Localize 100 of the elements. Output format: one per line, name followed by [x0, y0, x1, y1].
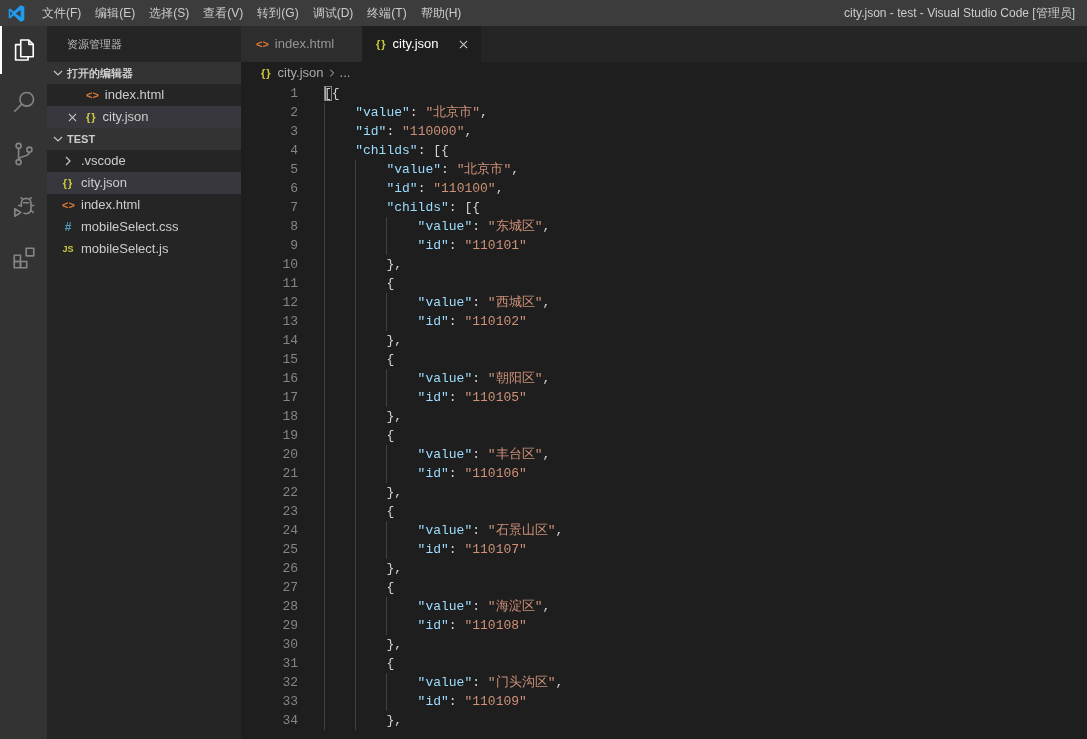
line-number: 23 — [281, 503, 298, 521]
line-number: 28 — [281, 598, 298, 616]
code-line: "value": "丰台区", — [417, 446, 551, 464]
close-icon[interactable] — [68, 112, 77, 122]
editor-tab[interactable]: <> index.html — [241, 26, 362, 62]
braces-icon: {} — [376, 38, 387, 50]
code-line: }, — [386, 560, 402, 578]
line-number: 1 — [289, 85, 298, 103]
chevron-right-icon — [327, 68, 336, 78]
code-line: "value": "北京市", — [386, 161, 520, 179]
line-number: 10 — [281, 256, 298, 274]
line-number: 8 — [289, 218, 298, 236]
line-number: 11 — [281, 275, 298, 293]
window-title: city.json - test - Visual Studio Code [管理员] — [844, 5, 1075, 22]
file-item[interactable]: <> index.html — [47, 194, 241, 216]
code-line: [{ — [324, 85, 340, 103]
code-line: "id": "110101" — [417, 237, 527, 255]
js-icon: JS — [62, 244, 74, 254]
breadcrumb-item[interactable]: ... — [339, 63, 351, 83]
line-number: 12 — [281, 294, 298, 312]
line-number: 6 — [289, 180, 298, 198]
code-line: { — [386, 579, 395, 597]
line-number: 17 — [281, 389, 298, 407]
line-number: 26 — [281, 560, 298, 578]
line-number: 3 — [289, 123, 298, 141]
code-line: }, — [386, 256, 402, 274]
menu-item[interactable]: 选择(S) — [142, 0, 197, 26]
line-number: 32 — [281, 674, 298, 692]
line-number: 13 — [281, 313, 298, 331]
line-number: 21 — [281, 465, 298, 483]
code-line: { — [386, 427, 395, 445]
line-number: 14 — [281, 332, 298, 350]
menu-item[interactable]: 调试(D) — [305, 0, 361, 26]
braces-icon: {} — [261, 67, 272, 79]
open-editor-item[interactable]: {} city.json — [47, 106, 241, 128]
menu-item[interactable]: 查看(V) — [196, 0, 251, 26]
angle-brackets-icon: <> — [86, 89, 99, 101]
line-number: 7 — [289, 199, 298, 217]
line-number: 20 — [281, 446, 298, 464]
code-line: "id": "110106" — [417, 465, 527, 483]
line-number: 24 — [281, 522, 298, 540]
code-line: "id": "110100", — [386, 180, 504, 198]
code-line: "id": "110000", — [355, 123, 473, 141]
code-line: }, — [386, 712, 402, 730]
code-line: "id": "110109" — [417, 693, 527, 711]
code-line: "id": "110107" — [417, 541, 527, 559]
code-line: "id": "110102" — [417, 313, 527, 331]
editor-tab[interactable]: {} city.json — [362, 26, 481, 62]
menu-item[interactable]: 终端(T) — [360, 0, 414, 26]
section-header[interactable]: TEST — [47, 128, 241, 150]
close-icon[interactable] — [459, 39, 468, 49]
menu-item[interactable]: 帮助(H) — [413, 0, 469, 26]
angle-brackets-icon: <> — [256, 38, 269, 50]
line-number: 25 — [281, 541, 298, 559]
braces-icon: {} — [62, 177, 74, 189]
line-number: 22 — [281, 484, 298, 502]
code-line: { — [386, 655, 395, 673]
sidebar-title: 资源管理器 — [67, 36, 122, 52]
file-item[interactable]: .vscode — [47, 150, 241, 172]
code-line: "value": "石景山区", — [417, 522, 564, 540]
line-number: 15 — [281, 351, 298, 369]
code-line: { — [386, 503, 395, 521]
code-line: "value": "海淀区", — [417, 598, 551, 616]
app-logo-icon — [8, 4, 25, 22]
code-line: "childs": [{ — [355, 142, 449, 160]
line-number: 29 — [281, 617, 298, 635]
line-number: 19 — [281, 427, 298, 445]
file-item[interactable]: # mobileSelect.css — [47, 216, 241, 238]
hash-icon: # — [62, 221, 74, 233]
file-item[interactable]: JS mobileSelect.js — [47, 238, 241, 260]
code-line: }, — [386, 636, 402, 654]
code-line: }, — [386, 332, 402, 350]
code-line: "id": "110105" — [417, 389, 527, 407]
code-line: "value": "朝阳区", — [417, 370, 551, 388]
line-number: 5 — [289, 161, 298, 179]
line-number: 31 — [281, 655, 298, 673]
line-number: 9 — [289, 237, 298, 255]
code-line: { — [386, 275, 395, 293]
code-line: "id": "110108" — [417, 617, 527, 635]
angle-brackets-icon: <> — [62, 199, 74, 211]
breadcrumb-item[interactable]: {} city.json — [261, 63, 324, 83]
extensions-icon — [10, 245, 37, 271]
open-editor-item[interactable]: <> index.html — [47, 84, 241, 106]
line-number: 30 — [281, 636, 298, 654]
section-header[interactable]: 打开的编辑器 — [47, 62, 241, 84]
line-number: 4 — [289, 142, 298, 160]
code-line: "value": "门头沟区", — [417, 674, 564, 692]
line-number: 16 — [281, 370, 298, 388]
line-number: 34 — [281, 712, 298, 730]
code-line: }, — [386, 408, 402, 426]
braces-icon: {} — [86, 111, 97, 123]
menu-item[interactable]: 转到(G) — [250, 0, 306, 26]
menu-item[interactable]: 文件(F) — [35, 0, 89, 26]
line-number: 18 — [281, 408, 298, 426]
code-line: "value": "东城区", — [417, 218, 551, 236]
file-item[interactable]: {} city.json — [47, 172, 241, 194]
code-line: }, — [386, 484, 402, 502]
menu-item[interactable]: 编辑(E) — [88, 0, 143, 26]
line-number: 27 — [281, 579, 298, 597]
code-line: "value": "北京市", — [355, 104, 488, 122]
